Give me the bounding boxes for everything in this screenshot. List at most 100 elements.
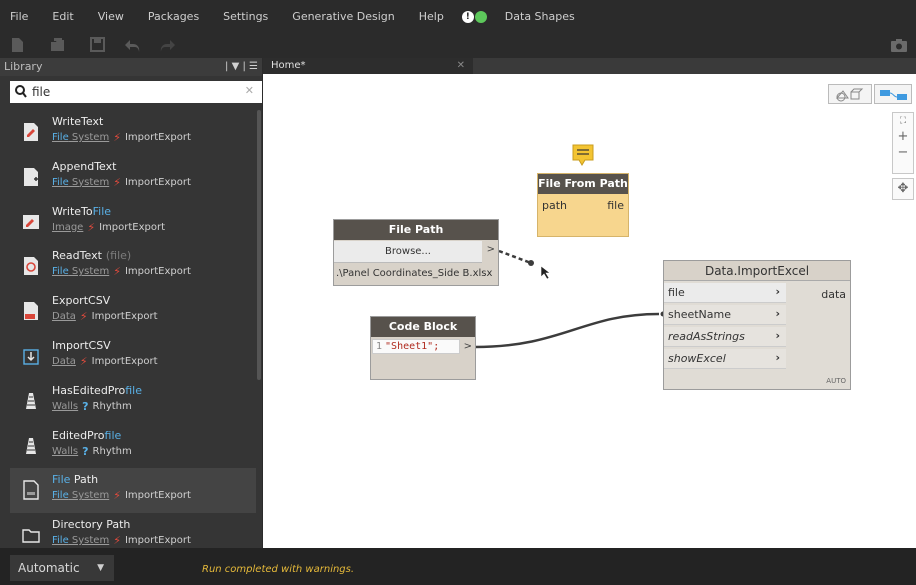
3d-view-toggle[interactable] [828, 84, 872, 104]
new-file-icon[interactable] [10, 37, 24, 53]
graph-canvas[interactable]: File From Path path file File Path Brows… [263, 74, 916, 548]
item-name-match: File [52, 473, 71, 487]
library-scrollbar[interactable] [257, 110, 261, 380]
group-name: ImportExport [124, 176, 191, 188]
library-item[interactable]: File Path File System ⚡ ImportExport [10, 468, 256, 514]
menu-view[interactable]: View [86, 0, 136, 34]
item-category: File System ⚡ ImportExport [52, 265, 191, 278]
library-item[interactable]: ReadText (file) File System ⚡ ImportExport [10, 244, 256, 289]
zoom-to-fit-icon[interactable]: ⛶ [900, 116, 906, 126]
browse-button[interactable]: Browse... [334, 241, 482, 263]
lacing-label: AUTO [826, 377, 846, 385]
menu-data-shapes[interactable]: Data Shapes [493, 0, 587, 34]
undo-icon[interactable] [124, 37, 142, 53]
library-item[interactable]: AppendText File System ⚡ ImportExport [10, 155, 256, 200]
item-name-match: File [92, 204, 112, 218]
input-port-row[interactable]: showExcel › [664, 349, 786, 369]
menu-settings[interactable]: Settings [211, 0, 280, 34]
node-note-icon[interactable] [572, 144, 594, 166]
save-icon[interactable] [90, 37, 106, 53]
library-item[interactable]: Directory Path File System ⚡ ImportExport [10, 513, 256, 548]
pan-icon[interactable]: ✥ [892, 178, 914, 200]
input-port-row[interactable]: sheetName › [664, 305, 786, 325]
library-item[interactable]: HasEditedProfile Walls? Rhythm [10, 379, 256, 424]
item-name-prefix: WriteText [52, 115, 104, 128]
library-header: Library | ▼ | ☰ [0, 58, 262, 76]
node-import-excel[interactable]: Data.ImportExcel file › sheetName › readAsSt… [663, 260, 851, 390]
item-name: AppendText [52, 160, 120, 173]
category-rest: System [68, 266, 110, 278]
list-view-icon[interactable]: ☰ [249, 61, 258, 72]
menu-bar: File Edit View Packages Settings Generat… [0, 0, 916, 34]
library-item[interactable]: WriteText File System ⚡ ImportExport [10, 110, 256, 155]
category-link[interactable]: Image [52, 222, 83, 233]
code-editor[interactable]: 1 "Sheet1"; [372, 339, 460, 354]
category-link[interactable]: File System [52, 177, 109, 188]
menu-packages[interactable]: Packages [136, 0, 211, 34]
category-link[interactable]: Walls [52, 446, 78, 457]
camera-icon[interactable] [890, 37, 908, 53]
chevron-right-icon: › [775, 285, 780, 298]
zoom-controls: ⛶ + − [892, 112, 914, 174]
port-data[interactable]: data [821, 288, 846, 301]
tab-home[interactable]: Home* ✕ [263, 58, 473, 74]
node-title: File From Path [538, 174, 628, 194]
graph-view-toggle[interactable] [874, 84, 912, 104]
menu-file[interactable]: File [0, 0, 40, 34]
item-name-prefix: ReadText [52, 249, 102, 263]
workspace-tab-bar: Home* ✕ [263, 58, 916, 74]
lightning-icon: ⚡ [87, 220, 96, 234]
menu-generative-design[interactable]: Generative Design [280, 0, 406, 34]
category-link[interactable]: File System [52, 132, 109, 143]
output-port-arrow[interactable]: > [487, 244, 495, 255]
zoom-out-icon[interactable]: − [898, 145, 909, 160]
export-csv-icon [24, 302, 38, 321]
item-name-match: file [125, 383, 143, 397]
node-file-path[interactable]: File Path Browse... > .\Panel Coordinate… [333, 219, 499, 286]
open-file-icon[interactable] [50, 37, 66, 53]
profile-icon [26, 437, 36, 454]
library-item[interactable]: ImportCSV Data ⚡ ImportExport [10, 334, 256, 379]
wire-code-to-sheetname[interactable] [474, 312, 660, 349]
category-link[interactable]: Data [52, 311, 76, 322]
graph-view-icon [880, 90, 907, 100]
port-sheetName: sheetName [668, 308, 732, 321]
item-name-prefix: HasEditedPro [52, 383, 126, 397]
library-item[interactable]: WriteToFile Image ⚡ ImportExport [10, 200, 256, 245]
library-title: Library [4, 60, 43, 73]
node-file-from-path[interactable]: File From Path path file [537, 173, 629, 237]
category-link[interactable]: File System [52, 535, 109, 546]
close-tab-icon[interactable]: ✕ [457, 58, 465, 74]
output-port-arrow[interactable]: > [464, 341, 472, 352]
menu-help[interactable]: Help [407, 0, 456, 34]
library-search[interactable]: ✕ [10, 81, 262, 103]
item-name-prefix: AppendText [52, 159, 117, 173]
library-item[interactable]: ExportCSV Data ⚡ ImportExport [10, 289, 256, 334]
menu-edit[interactable]: Edit [40, 0, 85, 34]
zoom-in-icon[interactable]: + [898, 129, 909, 144]
category-link[interactable]: File System [52, 266, 109, 277]
input-port-row[interactable]: readAsStrings › [664, 327, 786, 347]
category-rest: System [68, 490, 110, 502]
notification-indicator[interactable]: ! [461, 11, 487, 23]
search-input[interactable] [32, 81, 232, 103]
category-link[interactable]: Data [52, 356, 76, 367]
file-path-value: .\Panel Coordinates_Side B.xlsx [336, 268, 493, 279]
category-link[interactable]: File System [52, 490, 109, 501]
port-path[interactable]: path [542, 199, 567, 212]
filter-icon[interactable]: ▼ [232, 61, 240, 72]
run-mode-dropdown[interactable]: Automatic ▼ [10, 555, 114, 581]
node-title: Data.ImportExcel [664, 261, 850, 281]
node-code-block[interactable]: Code Block 1 "Sheet1"; > [370, 316, 476, 380]
category-link[interactable]: Walls [52, 401, 78, 412]
chevron-down-icon: ▼ [97, 563, 104, 573]
warning-icon: ! [461, 11, 474, 23]
input-port-row[interactable]: file › [664, 283, 786, 303]
clear-search-icon[interactable]: ✕ [245, 84, 254, 97]
run-mode-value: Automatic [18, 561, 80, 575]
port-file[interactable]: file [607, 199, 624, 212]
tab-label: Home* [271, 60, 306, 71]
redo-icon[interactable] [158, 37, 176, 53]
item-category: Walls? Rhythm [52, 445, 132, 458]
library-item[interactable]: EditedProfile Walls? Rhythm [10, 424, 256, 469]
